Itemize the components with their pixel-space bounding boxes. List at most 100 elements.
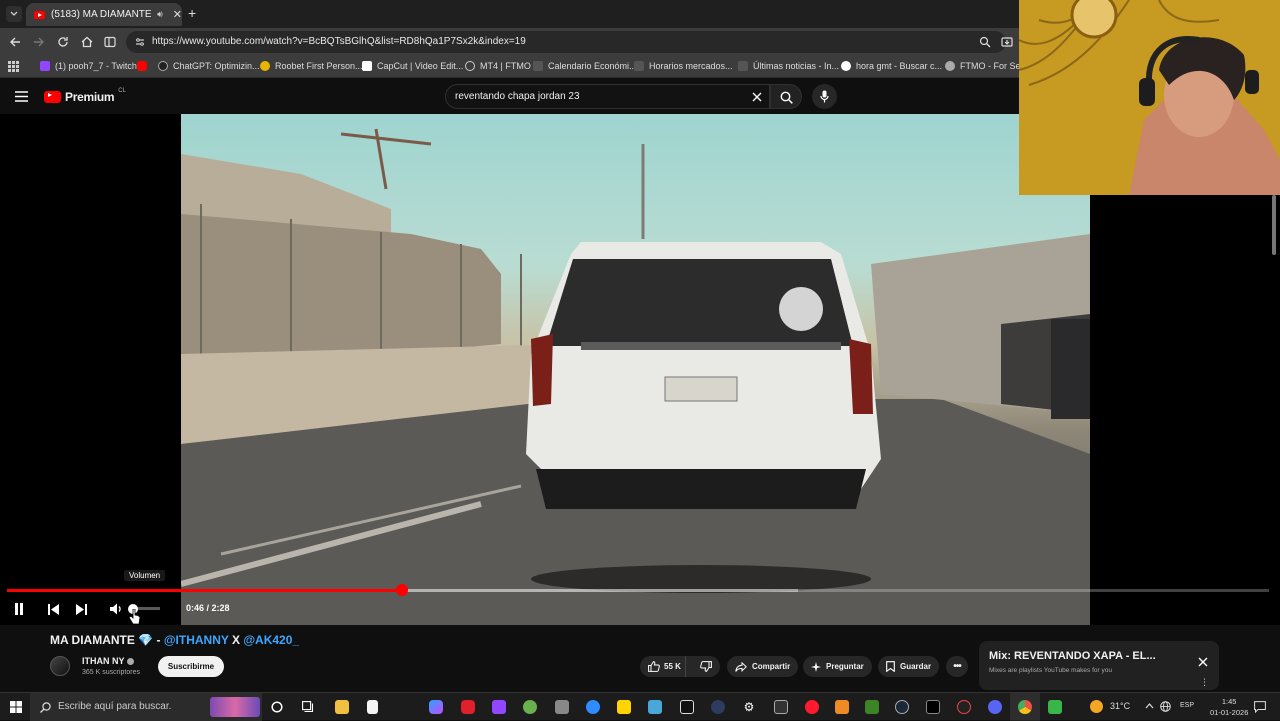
progress-bar[interactable] (7, 584, 1269, 596)
steam-icon[interactable] (895, 700, 909, 714)
mention-link-ak420[interactable]: @AK420_ (243, 633, 299, 647)
copilot-icon[interactable] (429, 700, 443, 714)
app-red-icon[interactable] (461, 700, 475, 714)
next-button[interactable] (74, 602, 88, 616)
opera-icon[interactable] (805, 700, 819, 714)
video-player[interactable] (0, 114, 1252, 625)
thumbs-down-icon (699, 661, 712, 672)
app-blue-icon[interactable] (648, 700, 662, 714)
thumbs-up-icon (648, 661, 660, 672)
mix-title[interactable]: Mix: REVENTANDO XAPA - EL... (989, 650, 1156, 662)
notepad-icon[interactable] (367, 700, 378, 714)
weather-temperature[interactable]: 31°C (1110, 701, 1130, 711)
tiktok-icon[interactable] (926, 700, 940, 714)
discord-icon[interactable] (988, 700, 1002, 714)
close-icon[interactable] (1198, 657, 1208, 667)
new-tab-button[interactable]: + (188, 5, 196, 21)
app-dark-icon[interactable] (711, 700, 725, 714)
mouse-cursor-icon (129, 609, 141, 625)
search-icon (40, 702, 51, 713)
taskbar-search-input[interactable]: Escribe aquí para buscar. (30, 693, 262, 721)
gear-icon[interactable]: ⚙ (742, 700, 756, 714)
clear-search-icon[interactable] (752, 92, 762, 102)
active-app-indicator (1010, 693, 1040, 721)
chevron-up-icon[interactable] (1145, 703, 1154, 709)
file-explorer-icon[interactable] (335, 700, 349, 714)
address-bar[interactable]: https://www.youtube.com/watch?v=BcBQTsBG… (126, 31, 1006, 53)
keyboard-language[interactable]: ESP (1180, 702, 1194, 709)
menu-icon[interactable] (15, 91, 28, 102)
zoom-icon[interactable] (979, 36, 991, 48)
task-view-icon[interactable] (302, 701, 315, 713)
save-button[interactable]: Guardar (878, 656, 940, 677)
subscribe-button[interactable]: Suscribirme (158, 656, 224, 677)
mix-more-icon[interactable]: ⋮ (1200, 678, 1209, 687)
previous-icon (47, 603, 59, 615)
progress-scrubber-knob[interactable] (396, 584, 408, 596)
like-button[interactable]: 55 K (640, 656, 687, 677)
site-info-icon[interactable] (135, 37, 145, 47)
windows-start-icon[interactable] (10, 701, 22, 713)
bookmark-twitch[interactable]: (1) pooh7_7 - Twitch (40, 61, 137, 71)
bookmark-roobet[interactable]: Roobet First Person... (260, 61, 363, 71)
search-input[interactable]: reventando chapa jordan 23 (445, 84, 770, 109)
twitch-icon[interactable] (492, 700, 506, 714)
youtube-premium-logo[interactable]: Premium CL (44, 88, 126, 104)
minecraft-icon[interactable] (865, 700, 879, 714)
app-cube-icon[interactable] (1048, 700, 1062, 714)
pause-button[interactable] (12, 602, 26, 616)
app-orange-icon[interactable] (835, 700, 849, 714)
cortana-icon[interactable] (271, 701, 283, 713)
mute-button[interactable] (108, 601, 124, 617)
sticky-notes-icon[interactable] (617, 700, 631, 714)
more-actions-button[interactable]: ••• (946, 656, 968, 677)
bookmark-hora-gmt[interactable]: hora gmt - Buscar c... (841, 61, 942, 71)
bookmark-mt4[interactable]: MT4 | FTMO (465, 61, 531, 71)
forward-icon[interactable] (33, 36, 45, 48)
page-scrollbar[interactable] (1272, 195, 1276, 255)
video-scene-image (181, 128, 1090, 625)
home-icon[interactable] (81, 36, 93, 48)
tab-audio-icon[interactable]: 🔊︎ (157, 9, 163, 20)
app-green-icon[interactable] (523, 700, 537, 714)
network-globe-icon[interactable] (1160, 701, 1171, 712)
notifications-icon[interactable] (1254, 701, 1266, 713)
apps-grid-icon[interactable] (8, 61, 19, 72)
browser-tab-active[interactable]: (5183) MA DIAMANTE 💎 - 🔊︎ ✕ (26, 3, 182, 26)
zoom-icon[interactable] (586, 700, 600, 714)
channel-avatar[interactable] (50, 656, 70, 676)
google-icon (841, 61, 851, 71)
bookmark-calendario[interactable]: Calendario Económi... (533, 61, 637, 71)
like-count: 55 K (664, 662, 681, 671)
app-chart-icon[interactable] (774, 700, 788, 714)
install-app-icon[interactable] (1001, 36, 1013, 48)
system-clock[interactable]: 1:45 01-01-2026 (1210, 696, 1248, 718)
mix-playlist-card[interactable]: Mix: REVENTANDO XAPA - EL... Mixes are p… (979, 641, 1219, 690)
dislike-button[interactable] (691, 656, 720, 677)
bookmark-horarios[interactable]: Horarios mercados... (634, 61, 733, 71)
channel-name[interactable]: ITHAN NY (82, 656, 134, 666)
bookmark-chatgpt[interactable]: ChatGPT: Optimizin... (158, 61, 260, 71)
tab-close-icon[interactable]: ✕ (173, 8, 182, 21)
sidebar-icon[interactable] (104, 36, 116, 48)
video-title-main: MA DIAMANTE 💎 - (50, 633, 164, 647)
bookmark-capcut[interactable]: CapCut | Video Edit... (362, 61, 463, 71)
ask-button[interactable]: Preguntar (803, 656, 872, 677)
back-icon[interactable] (9, 36, 21, 48)
globe-icon (465, 61, 475, 71)
clock-time: 1:45 (1221, 697, 1237, 706)
tab-search-dropdown-icon[interactable] (6, 6, 22, 22)
share-button[interactable]: Compartir (727, 656, 799, 677)
capcut-icon[interactable] (680, 700, 694, 714)
reload-icon[interactable] (57, 36, 69, 48)
mention-link-ithanny[interactable]: @ITHANNY (164, 633, 229, 647)
bookmark-noticias[interactable]: Últimas noticias - In... (738, 61, 839, 71)
search-highlight-image (210, 697, 260, 717)
previous-button[interactable] (46, 602, 60, 616)
search-button[interactable] (770, 84, 802, 109)
app-circle-icon[interactable] (957, 700, 971, 714)
video-frame[interactable] (181, 114, 1090, 625)
bookmark-youtube[interactable] (137, 61, 147, 71)
voice-search-button[interactable] (812, 84, 837, 109)
app-gray-icon[interactable] (555, 700, 569, 714)
